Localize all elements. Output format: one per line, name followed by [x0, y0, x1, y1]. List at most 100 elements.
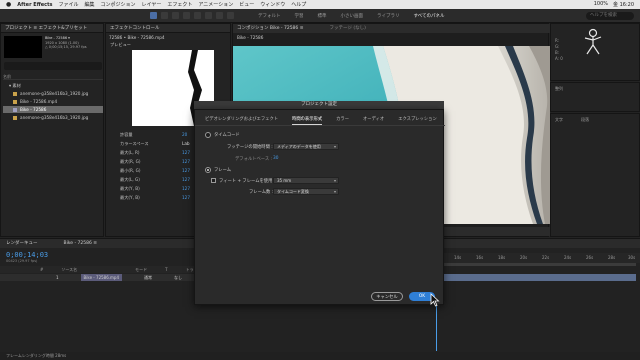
fx-param-label: 最大(L, R)	[120, 150, 140, 155]
tab-timeline-comp[interactable]: Bike - 72586 ≡	[64, 239, 98, 248]
workspace-standard[interactable]: 標準	[318, 13, 327, 19]
project-item[interactable]: Bike - 72586.mp4	[3, 98, 103, 105]
timecode-radio[interactable]	[205, 132, 211, 138]
default-base-value[interactable]: 30	[273, 156, 278, 161]
tab-video-rendering[interactable]: ビデオレンダリングおよびエフェクト	[205, 114, 278, 125]
comp-breadcrumb[interactable]: Bike - 72586	[237, 35, 263, 40]
tab-render-queue[interactable]: レンダーキュー	[6, 239, 38, 248]
layer-name[interactable]: Bike - 72586.mp4	[80, 274, 122, 281]
dialog-title: プロジェクト設定	[194, 101, 444, 109]
ruler-tick: 18s	[498, 255, 506, 260]
current-timecode[interactable]: 0;00;14;03	[6, 251, 48, 259]
brush-tool-icon[interactable]	[227, 12, 234, 19]
paragraph-label[interactable]: 段落	[581, 117, 589, 123]
layer-duration-bar[interactable]	[440, 274, 636, 281]
info-g: G:	[555, 44, 560, 49]
fx-param-value[interactable]: 127	[182, 186, 190, 191]
fx-param-label: 最大(L, G)	[120, 177, 140, 182]
tab-color[interactable]: カラー	[336, 114, 349, 125]
selection-tool-icon[interactable]	[150, 12, 157, 19]
workspace-libraries[interactable]: ライブラリ	[377, 13, 400, 19]
rotate-tool-icon[interactable]	[183, 12, 190, 19]
tab-audio[interactable]: オーディオ	[363, 114, 384, 125]
work-area-bar[interactable]	[440, 263, 636, 266]
fx-param-label: 最大(Y, B)	[120, 186, 140, 191]
fx-param-value[interactable]: 127	[182, 195, 190, 200]
tab-composition[interactable]: コンポジション Bike - 72586 ≡	[237, 24, 303, 33]
status-bar: フレームレンダリング時間 28ms	[0, 352, 640, 360]
tab-expressions[interactable]: エクスプレッション	[398, 114, 437, 125]
project-item[interactable]: anemone-g358e416b3_1920.jpg	[3, 90, 103, 97]
pen-tool-icon[interactable]	[205, 12, 212, 19]
ruler-tick: 30s	[628, 255, 636, 260]
tab-footage[interactable]: フッテージ (なし)	[329, 24, 365, 33]
project-item[interactable]: anemone-g358e416b3_1920.jpg	[3, 114, 103, 121]
fx-param-value[interactable]: 127	[182, 177, 190, 182]
layer-track-matte[interactable]: なし	[174, 274, 182, 281]
menu-help[interactable]: ヘルプ	[291, 1, 306, 8]
fx-param-value[interactable]: 127	[182, 168, 190, 173]
composition-tabs: コンポジション Bike - 72586 ≡ フッテージ (なし)	[233, 24, 550, 33]
fx-param-value[interactable]: 20	[182, 132, 187, 137]
mouse-pointer-icon	[430, 293, 440, 307]
zoom-tool-icon[interactable]	[172, 12, 179, 19]
frame-count-select[interactable]: タイムコード変換	[273, 188, 339, 195]
project-column-header[interactable]: 名前	[3, 74, 103, 80]
tab-time-display[interactable]: 時間の表示形式	[292, 114, 323, 125]
info-b: B:	[555, 50, 560, 55]
ruler-tick: 22s	[542, 255, 550, 260]
workspace-default[interactable]: デフォルト	[258, 13, 281, 19]
film-gauge-select[interactable]: 35 mm	[273, 177, 339, 184]
menu-effect[interactable]: エフェクト	[167, 1, 192, 8]
ruler-tick: 24s	[564, 255, 572, 260]
col-source-name: ソース名	[61, 267, 78, 272]
menu-edit[interactable]: 編集	[85, 1, 95, 8]
workspace-learn[interactable]: 学習	[295, 13, 304, 19]
info-r: R:	[555, 38, 560, 43]
fx-param-value[interactable]: Lab	[182, 141, 190, 146]
col-index: #	[40, 267, 44, 272]
ruler-tick: 28s	[608, 255, 616, 260]
app-menu[interactable]: After Effects	[17, 2, 52, 8]
menu-file[interactable]: ファイル	[58, 1, 78, 8]
menu-composition[interactable]: コンポジション	[101, 1, 136, 8]
workspace-all-panels[interactable]: すべてのパネル	[414, 13, 445, 19]
apple-icon[interactable]: ●	[6, 1, 11, 8]
type-tool-icon[interactable]	[216, 12, 223, 19]
project-panel-tab[interactable]: プロジェクト ≡ エフェクト&プリセット	[1, 24, 103, 33]
mac-menubar: ● After Effects ファイル 編集 コンポジション レイヤー エフェ…	[0, 0, 640, 9]
align-panel: 整列	[550, 82, 640, 112]
frames-radio[interactable]	[205, 167, 211, 173]
fx-param-value[interactable]: 127	[182, 150, 190, 155]
menu-window[interactable]: ウィンドウ	[260, 1, 285, 8]
effect-controls-tab[interactable]: エフェクトコントロール	[106, 24, 230, 33]
layer-mode[interactable]: 通常	[144, 274, 152, 281]
film-feet-checkbox[interactable]	[211, 178, 216, 183]
menu-view[interactable]: ビュー	[239, 1, 254, 8]
hand-tool-icon[interactable]	[161, 12, 168, 19]
cancel-button[interactable]: キャンセル	[371, 292, 403, 301]
help-search-input[interactable]: ヘルプを検索	[586, 11, 634, 20]
footage-start-select[interactable]: メディアのデータを使用	[273, 143, 339, 150]
character-panel: 文字 段落	[550, 113, 640, 237]
menu-animation[interactable]: アニメーション	[198, 1, 233, 8]
align-label[interactable]: 整列	[555, 86, 563, 92]
fx-param-label: 最大(R, G)	[120, 159, 141, 164]
character-label[interactable]: 文字	[555, 117, 563, 123]
fx-param-label: 最小(R, G)	[120, 168, 141, 173]
timecode-option-label: タイムコード	[214, 133, 240, 138]
time-ruler[interactable]: 14s 16s 18s 20s 22s 24s 26s 28s 30s	[440, 253, 640, 263]
project-settings-dialog: ビデオレンダリングおよびエフェクト 時間の表示形式 カラー オーディオ エクスプ…	[194, 109, 445, 305]
menu-layer[interactable]: レイヤー	[142, 1, 162, 8]
project-search-input[interactable]	[4, 62, 102, 70]
image-icon	[13, 92, 17, 96]
col-t: T	[165, 267, 168, 272]
workspace-small-screen[interactable]: 小さい画面	[341, 13, 364, 19]
project-item[interactable]: Bike - 72586	[3, 106, 103, 113]
fx-param-label: 許容量	[120, 132, 133, 137]
camera-tool-icon[interactable]	[194, 12, 201, 19]
frame-count-label: フレーム数 :	[249, 190, 274, 195]
fx-param-value[interactable]: 127	[182, 159, 190, 164]
ruler-tick: 14s	[454, 255, 462, 260]
project-folder[interactable]: ▾ 素材	[3, 82, 103, 89]
